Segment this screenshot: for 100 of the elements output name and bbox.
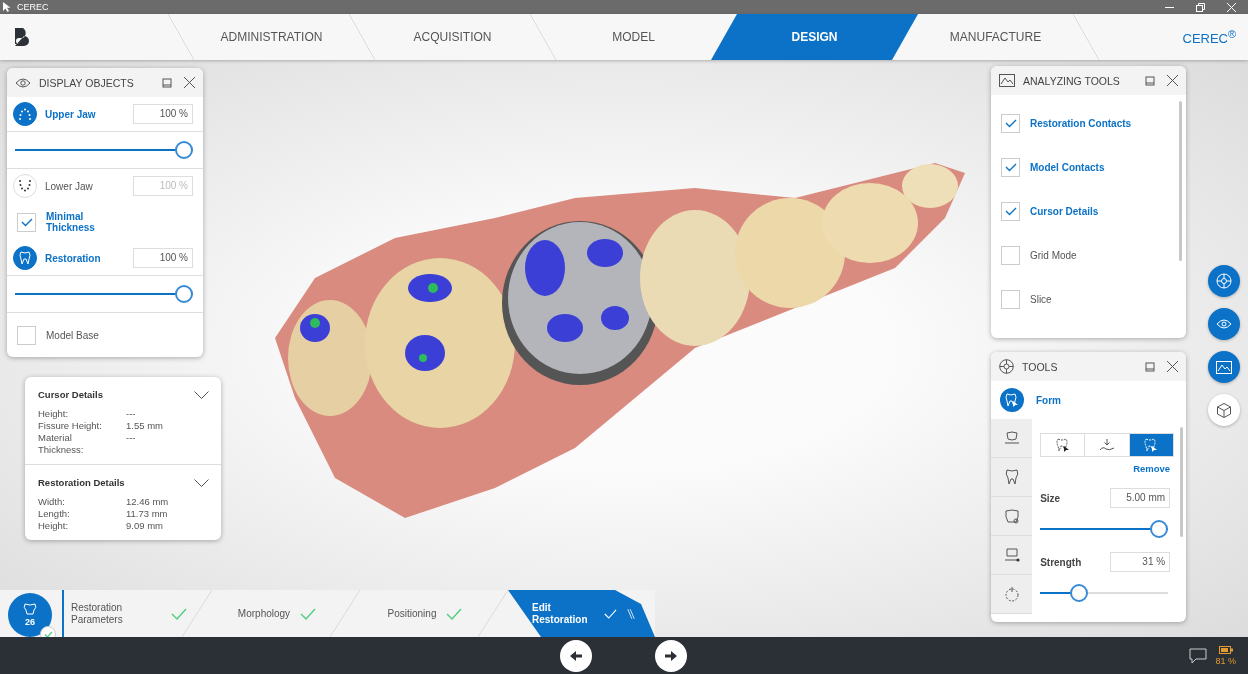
layer-toggle[interactable] <box>13 246 37 270</box>
chevron-down-icon[interactable] <box>194 478 209 487</box>
app-icon <box>2 2 12 12</box>
arrow-left-icon <box>570 650 582 661</box>
check-icon <box>446 607 463 620</box>
chevron-down-icon[interactable] <box>194 390 209 399</box>
value-field[interactable]: 31 % <box>1110 552 1171 572</box>
detail-value: 1.55 mm <box>126 420 164 432</box>
slider-thumb[interactable] <box>1069 584 1088 602</box>
nav-tab[interactable]: DESIGN <box>711 14 918 60</box>
panel-title: DISPLAY OBJECTS <box>39 76 134 89</box>
maximize-icon[interactable] <box>162 77 172 88</box>
layer-label: Restoration <box>45 252 102 264</box>
check-icon <box>604 607 617 620</box>
grip-icon <box>626 606 635 621</box>
slider-thumb[interactable] <box>1150 520 1169 538</box>
param-label: Strength <box>1040 556 1082 568</box>
restore-icon[interactable] <box>1196 2 1205 12</box>
battery-level: 81 % <box>1215 655 1236 666</box>
tool-name: Form <box>1036 394 1061 406</box>
section-title: Restoration Details <box>38 477 125 488</box>
tooth-number-badge[interactable]: 26 <box>8 593 52 637</box>
layer-toggle[interactable] <box>13 102 37 126</box>
percent-field[interactable]: 100 % <box>133 248 193 268</box>
tooth-icon <box>1004 469 1019 485</box>
param-label: Size <box>1040 492 1061 504</box>
next-button[interactable] <box>655 639 687 672</box>
layer-label: Upper Jaw <box>45 108 97 120</box>
check-icon <box>300 607 317 620</box>
eye-icon <box>15 77 31 88</box>
checkbox-label: Model Base <box>46 329 99 341</box>
checkbox[interactable] <box>1001 113 1020 133</box>
back-button[interactable] <box>560 639 592 672</box>
checkbox[interactable] <box>1001 245 1020 265</box>
tooth-number: 26 <box>25 617 35 627</box>
value-field[interactable]: 5.00 mm <box>1110 488 1171 508</box>
maximize-icon[interactable] <box>1145 361 1155 372</box>
panel-title: TOOLS <box>1022 360 1058 373</box>
scrollbar[interactable] <box>1180 427 1183 537</box>
checkbox[interactable] <box>17 325 36 345</box>
checkbox-label: Grid Mode <box>1030 249 1077 261</box>
checkbox[interactable] <box>1001 157 1020 177</box>
nav-tab[interactable]: MANUFACTURE <box>918 14 1073 60</box>
wheel-icon <box>999 359 1014 374</box>
tooth-cursor-icon <box>1005 392 1019 408</box>
tooth-cursor-icon <box>1144 437 1159 453</box>
checkbox-label: Restoration Contacts <box>1030 117 1132 129</box>
check-icon <box>20 217 33 227</box>
layer-label: Lower Jaw <box>45 180 94 192</box>
scrollbar[interactable] <box>1179 101 1182 261</box>
cube-button[interactable] <box>1208 394 1240 426</box>
surface-arrow-icon <box>1099 439 1116 451</box>
logo-icon <box>14 27 30 47</box>
check-icon <box>1004 162 1017 172</box>
nav-tab[interactable]: MODEL <box>556 14 711 60</box>
window-title: CEREC <box>17 2 49 12</box>
nav-tab[interactable]: ADMINISTRATION <box>194 14 349 60</box>
detail-label: Width: <box>38 496 66 508</box>
wheel-button[interactable] <box>1208 265 1240 297</box>
image-analysis-icon <box>1216 360 1232 374</box>
upper-arch-icon <box>18 108 32 120</box>
checkbox[interactable] <box>1001 289 1020 309</box>
checkbox-label: Minimal Thickness <box>46 211 96 233</box>
brand-name: CEREC$^{®}$ <box>1182 27 1236 47</box>
close-icon[interactable] <box>1167 75 1178 86</box>
tooth-icon <box>19 251 31 265</box>
workflow-step[interactable]: Edit Restoration <box>508 590 655 637</box>
section-title: Cursor Details <box>38 389 103 400</box>
detail-value: 12.46 mm <box>126 496 170 508</box>
detail-label: Fissure Height: <box>38 420 103 432</box>
check-icon <box>1004 206 1017 216</box>
cube-icon <box>1217 402 1231 418</box>
tooth-icon <box>23 603 37 615</box>
close-icon[interactable] <box>184 77 195 88</box>
battery-icon <box>1218 645 1233 654</box>
detail-label: Height: <box>38 408 70 420</box>
detail-label: Height: <box>38 520 70 532</box>
slider-thumb[interactable] <box>175 141 193 159</box>
connector-icon <box>1003 547 1020 563</box>
image-analysis-button[interactable] <box>1208 351 1240 383</box>
percent-field[interactable]: 100 % <box>133 104 193 124</box>
nav-tab[interactable]: ACQUISITION <box>375 14 530 60</box>
maximize-icon[interactable] <box>1145 75 1155 86</box>
checkbox-label: Model Contacts <box>1030 161 1105 173</box>
eye-button[interactable] <box>1208 308 1240 340</box>
checkbox[interactable] <box>17 212 36 232</box>
tooth-cursor-icon <box>1055 437 1070 453</box>
panel-title: ANALYZING TOOLS <box>1023 74 1120 87</box>
remove-link[interactable]: Remove <box>1133 463 1171 474</box>
mode-button[interactable] <box>1129 434 1174 456</box>
arrow-right-icon <box>665 650 677 661</box>
checkbox[interactable] <box>1001 201 1020 221</box>
detail-label: Length: <box>38 508 71 520</box>
chat-icon[interactable] <box>1189 647 1208 664</box>
detail-label: Material Thickness: <box>38 432 85 456</box>
close-icon[interactable] <box>1167 361 1178 372</box>
slider-thumb[interactable] <box>175 285 193 303</box>
jaw-icon <box>1003 431 1020 445</box>
wheel-icon <box>1216 273 1232 289</box>
form-tool-button[interactable] <box>1000 388 1024 412</box>
